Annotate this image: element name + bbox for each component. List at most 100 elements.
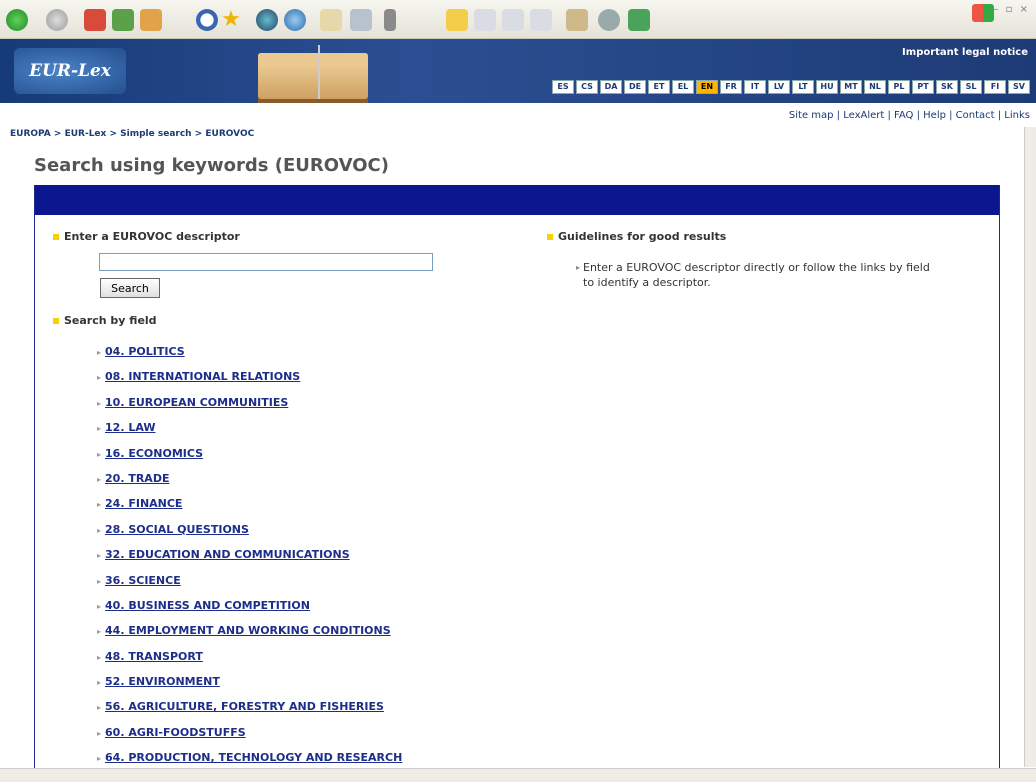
search-icon[interactable] [196, 9, 218, 31]
field-link[interactable]: 60. AGRI-FOODSTUFFS [105, 726, 246, 739]
field-link[interactable]: 24. FINANCE [105, 497, 182, 510]
field-list: ▸ 04. POLITICS ▸ 08. INTERNATIONAL RELATION… [97, 345, 402, 777]
panel-header-bar [35, 185, 999, 215]
browser-toolbar: ★ – ▫ × [0, 0, 1036, 39]
bullet-icon [53, 234, 59, 240]
bullet-icon [547, 234, 553, 240]
field-link[interactable]: 56. AGRICULTURE, FORESTRY AND FISHERIES [105, 700, 384, 713]
vertical-scrollbar[interactable] [1024, 127, 1036, 767]
field-link[interactable]: 16. ECONOMICS [105, 447, 203, 460]
field-list-item: ▸ 20. TRADE [97, 472, 402, 497]
extension-icon[interactable] [628, 9, 650, 31]
field-link[interactable]: 08. INTERNATIONAL RELATIONS [105, 370, 300, 383]
language-fr[interactable]: FR [720, 80, 742, 94]
window-controls[interactable]: – ▫ × [993, 4, 1030, 15]
stop-icon[interactable] [84, 9, 106, 31]
language-sk[interactable]: SK [936, 80, 958, 94]
arrow-right-icon: ▸ [97, 525, 102, 535]
field-list-item: ▸ 52. ENVIRONMENT [97, 675, 402, 700]
arrow-right-icon: ▸ [97, 652, 102, 662]
eurlex-logo[interactable]: EUR-Lex [14, 48, 126, 94]
language-selector: ES CS DA DE ET EL EN FR IT LV LT HU MT NL PL PT SK SL FI SV [552, 80, 1030, 94]
language-mt[interactable]: MT [840, 80, 862, 94]
language-sl[interactable]: SL [960, 80, 982, 94]
language-cs[interactable]: CS [576, 80, 598, 94]
field-link[interactable]: 36. SCIENCE [105, 574, 181, 587]
language-da[interactable]: DA [600, 80, 622, 94]
refresh-icon[interactable] [112, 9, 134, 31]
edit-icon[interactable] [384, 9, 396, 31]
language-sv[interactable]: SV [1008, 80, 1030, 94]
field-link[interactable]: 44. EMPLOYMENT AND WORKING CONDITIONS [105, 624, 391, 637]
language-pt[interactable]: PT [912, 80, 934, 94]
page-icon-2[interactable] [502, 9, 524, 31]
field-link[interactable]: 10. EUROPEAN COMMUNITIES [105, 396, 288, 409]
field-link[interactable]: 64. PRODUCTION, TECHNOLOGY AND RESEARCH [105, 751, 402, 764]
messenger-icon[interactable] [598, 9, 620, 31]
arrow-right-icon: ▸ [97, 348, 102, 357]
field-link[interactable]: 48. TRANSPORT [105, 650, 203, 663]
guidelines-body: Enter a EUROVOC descriptor directly or f… [583, 261, 930, 289]
language-fi[interactable]: FI [984, 80, 1006, 94]
language-es[interactable]: ES [552, 80, 574, 94]
search-panel: Enter a EUROVOC descriptor Search Search… [34, 185, 1000, 771]
arrow-right-icon: ▸ [97, 474, 102, 484]
home-icon[interactable] [140, 9, 162, 31]
language-lt[interactable]: LT [792, 80, 814, 94]
field-list-item: ▸ 56. AGRICULTURE, FORESTRY AND FISHERIES [97, 700, 402, 725]
folder-icon[interactable] [446, 9, 468, 31]
language-it[interactable]: IT [744, 80, 766, 94]
arrow-right-icon: ▸ [97, 424, 102, 434]
language-nl[interactable]: NL [864, 80, 886, 94]
history-icon[interactable] [284, 9, 306, 31]
field-link[interactable]: 12. LAW [105, 421, 155, 434]
field-list-item: ▸ 24. FINANCE [97, 497, 402, 522]
language-lv[interactable]: LV [768, 80, 790, 94]
field-link[interactable]: 20. TRADE [105, 472, 169, 485]
media-icon[interactable] [256, 9, 278, 31]
windows-logo-icon [972, 4, 994, 22]
field-list-item: ▸ 16. ECONOMICS [97, 447, 402, 472]
descriptor-input[interactable] [99, 253, 433, 271]
field-link[interactable]: 28. SOCIAL QUESTIONS [105, 523, 249, 536]
language-et[interactable]: ET [648, 80, 670, 94]
guidelines-section-label: Guidelines for good results [547, 230, 726, 243]
favorites-icon[interactable]: ★ [220, 9, 242, 31]
top-links[interactable]: Site map | LexAlert | FAQ | Help | Conta… [789, 110, 1030, 121]
arrow-right-icon: ▸ [97, 627, 102, 637]
research-icon[interactable] [566, 9, 588, 31]
language-en[interactable]: EN [696, 80, 718, 94]
page-icon-3[interactable] [530, 9, 552, 31]
breadcrumb[interactable]: EUROPA > EUR-Lex > Simple search > EUROV… [10, 129, 254, 139]
descriptor-label-text: Enter a EUROVOC descriptor [64, 230, 240, 243]
legal-notice-link[interactable]: Important legal notice [902, 47, 1028, 58]
arrow-right-icon: ▸ [97, 728, 102, 738]
field-heading-text: Search by field [64, 314, 157, 327]
search-button[interactable]: Search [100, 278, 160, 298]
field-list-item: ▸ 48. TRANSPORT [97, 650, 402, 675]
horizontal-scrollbar[interactable] [0, 768, 1036, 782]
arrow-right-icon: ▸ [97, 601, 102, 611]
arrow-right-icon: ▸ [97, 576, 102, 586]
language-hu[interactable]: HU [816, 80, 838, 94]
field-link[interactable]: 52. ENVIRONMENT [105, 675, 220, 688]
arrow-right-icon: ▸ [97, 500, 102, 510]
arrow-right-icon: ▸ [97, 373, 102, 383]
back-icon[interactable] [6, 9, 28, 31]
field-link[interactable]: 40. BUSINESS AND COMPETITION [105, 599, 310, 612]
field-list-item: ▸ 12. LAW [97, 421, 402, 446]
mail-icon[interactable] [320, 9, 342, 31]
site-header: EUR-Lex Important legal notice ES CS DA DE E… [0, 39, 1036, 127]
guidelines-heading-text: Guidelines for good results [558, 230, 727, 243]
print-icon[interactable] [350, 9, 372, 31]
arrow-right-icon: ▸ [97, 449, 102, 459]
page-icon[interactable] [474, 9, 496, 31]
language-de[interactable]: DE [624, 80, 646, 94]
language-el[interactable]: EL [672, 80, 694, 94]
field-link[interactable]: 32. EDUCATION AND COMMUNICATIONS [105, 548, 350, 561]
forward-icon[interactable] [46, 9, 68, 31]
field-link[interactable]: 04. POLITICS [105, 345, 185, 358]
language-pl[interactable]: PL [888, 80, 910, 94]
field-list-item: ▸ 44. EMPLOYMENT AND WORKING CONDITIONS [97, 624, 402, 649]
field-list-item: ▸ 08. INTERNATIONAL RELATIONS [97, 370, 402, 395]
